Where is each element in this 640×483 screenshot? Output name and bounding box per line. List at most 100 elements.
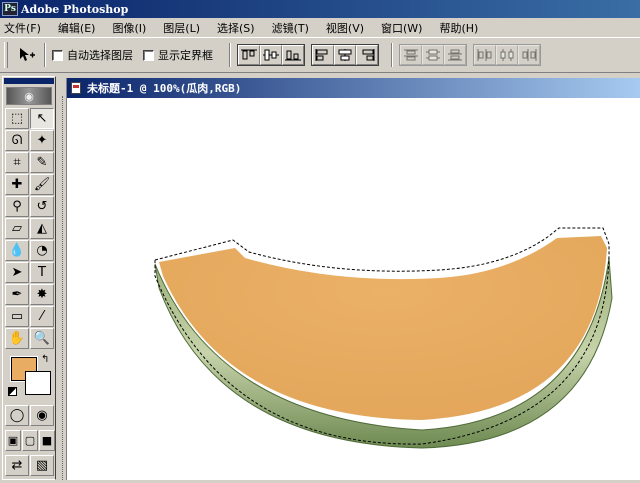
align-horizontal-centers-button[interactable] bbox=[334, 45, 356, 65]
quick-mask-mode-button[interactable]: ◉ bbox=[30, 405, 54, 426]
eraser-tool-icon: ▱ bbox=[12, 221, 22, 236]
history-brush-button[interactable]: ↺ bbox=[30, 196, 54, 217]
menu-image[interactable]: 图像(I) bbox=[112, 20, 146, 36]
eyedropper-tool-button[interactable]: ⁄ bbox=[30, 306, 54, 327]
blur-tool-icon: 💧 bbox=[8, 243, 26, 258]
standard-mode-button[interactable]: ◯ bbox=[5, 405, 29, 426]
show-bounding-box-checkbox[interactable] bbox=[143, 49, 154, 61]
standard-mode-icon: ◯ bbox=[9, 408, 25, 423]
distribute-right-button[interactable] bbox=[518, 45, 540, 65]
show-bounding-box-option[interactable]: 显示定界框 bbox=[143, 47, 213, 63]
document-title: 未标题-1 @ 100%(瓜肉,RGB) bbox=[87, 82, 242, 95]
magic-wand-tool-button[interactable]: ✦ bbox=[30, 130, 54, 151]
jump-to-imageready-button[interactable]: ⇄ bbox=[5, 455, 29, 476]
screen-mode-full-menu-icon: ▢ bbox=[24, 434, 36, 447]
options-bar-grip[interactable] bbox=[4, 42, 8, 68]
clone-stamp-icon: ⚲ bbox=[12, 199, 22, 214]
menu-view[interactable]: 视图(V) bbox=[326, 20, 364, 36]
distribute-horizontal-group bbox=[473, 44, 541, 66]
align-left-edges-button[interactable] bbox=[312, 45, 334, 65]
menu-file[interactable]: 文件(F) bbox=[4, 20, 41, 36]
screen-mode-full-button[interactable]: ■ bbox=[39, 430, 55, 451]
healing-brush-icon: ✚ bbox=[11, 177, 23, 192]
auto-select-layer-option[interactable]: 自动选择图层 bbox=[52, 47, 133, 63]
align-right-edges-button[interactable] bbox=[356, 45, 378, 65]
move-tool-icon: ↖ bbox=[36, 111, 48, 126]
quick-mask-mode-icon: ◉ bbox=[36, 408, 48, 423]
healing-brush-button[interactable]: ✚ bbox=[5, 174, 29, 195]
align-left-icon bbox=[315, 49, 328, 61]
move-tool-icon[interactable] bbox=[16, 44, 38, 66]
menu-select[interactable]: 选择(S) bbox=[217, 20, 255, 36]
document-canvas[interactable] bbox=[67, 98, 640, 480]
crop-tool-icon: ⌗ bbox=[13, 155, 21, 170]
toolbox: ◉ ⬚ ↖ ᘏ ✦ ⌗ ✎ ✚ 🖌 ⚲ ↺ ▱ ◭ 💧 ◔ ➤ T ✒ ✸ ▭ ⁄ ✋ 🔍 ↰ ◯ ◉ ▣ ▢ ■ ⇄ ▧ bbox=[2, 76, 56, 480]
auto-select-layer-checkbox[interactable] bbox=[52, 49, 63, 61]
hand-tool-button[interactable]: ✋ bbox=[5, 328, 29, 349]
brush-tool-button[interactable]: 🖌 bbox=[30, 174, 54, 195]
background-color-swatch[interactable] bbox=[25, 371, 51, 395]
menu-window[interactable]: 窗口(W) bbox=[381, 20, 422, 36]
path-select-button[interactable]: ➤ bbox=[5, 262, 29, 283]
menu-layer[interactable]: 图层(L) bbox=[163, 20, 200, 36]
dodge-tool-icon: ◔ bbox=[36, 243, 48, 258]
distribute-bottom-button[interactable] bbox=[444, 45, 466, 65]
mode-grid: ◯ ◉ bbox=[3, 405, 55, 426]
align-vertical-group bbox=[237, 44, 305, 66]
canvas-edge-marker bbox=[62, 96, 63, 480]
align-vertical-centers-button[interactable] bbox=[260, 45, 282, 65]
type-tool-button[interactable]: T bbox=[30, 262, 54, 283]
align-bottom-edges-button[interactable] bbox=[282, 45, 304, 65]
jump-to-other-button[interactable]: ▧ bbox=[30, 455, 54, 476]
distribute-top-icon bbox=[404, 49, 418, 61]
pen-tool-icon: ✒ bbox=[11, 287, 23, 302]
clone-stamp-button[interactable]: ⚲ bbox=[5, 196, 29, 217]
distribute-left-icon bbox=[477, 49, 492, 61]
path-select-icon: ➤ bbox=[11, 265, 23, 280]
align-top-edges-button[interactable] bbox=[238, 45, 260, 65]
marquee-tool-icon: ⬚ bbox=[10, 111, 24, 126]
menu-edit[interactable]: 编辑(E) bbox=[58, 20, 96, 36]
options-bar: 自动选择图层 显示定界框 bbox=[0, 37, 640, 73]
distribute-top-button[interactable] bbox=[400, 45, 422, 65]
photoshop-icon: Ps bbox=[2, 2, 18, 16]
adobe-online-button[interactable]: ◉ bbox=[6, 87, 52, 105]
marquee-tool-button[interactable]: ⬚ bbox=[5, 108, 29, 129]
screen-mode-full-menu-button[interactable]: ▢ bbox=[22, 430, 38, 451]
eraser-tool-button[interactable]: ▱ bbox=[5, 218, 29, 239]
jump-to-grid: ⇄ ▧ bbox=[3, 455, 55, 476]
show-bounding-box-label: 显示定界框 bbox=[158, 49, 213, 62]
distribute-vertical-group bbox=[399, 44, 467, 66]
move-tool-button[interactable]: ↖ bbox=[30, 108, 54, 129]
menu-bar: 文件(F) 编辑(E) 图像(I) 图层(L) 选择(S) 滤镜(T) 视图(V… bbox=[0, 18, 640, 37]
jump-to-other-icon: ▧ bbox=[35, 458, 49, 473]
slice-tool-button[interactable]: ✎ bbox=[30, 152, 54, 173]
dodge-tool-button[interactable]: ◔ bbox=[30, 240, 54, 261]
jump-to-imageready-icon: ⇄ bbox=[11, 458, 23, 473]
screen-mode-grid: ▣ ▢ ■ bbox=[3, 430, 55, 451]
screen-mode-full-icon: ■ bbox=[41, 434, 53, 447]
toolbox-title-bar[interactable] bbox=[4, 78, 54, 84]
lasso-tool-button[interactable]: ᘏ bbox=[5, 130, 29, 151]
default-colors-icon[interactable] bbox=[8, 387, 17, 396]
distribute-horizontal-centers-button[interactable] bbox=[496, 45, 518, 65]
menu-help[interactable]: 帮助(H) bbox=[439, 20, 478, 36]
align-bottom-icon bbox=[285, 50, 301, 61]
document-title-bar[interactable]: 未标题-1 @ 100%(瓜肉,RGB) bbox=[67, 78, 640, 98]
custom-shape-button[interactable]: ✸ bbox=[30, 284, 54, 305]
crop-tool-button[interactable]: ⌗ bbox=[5, 152, 29, 173]
notes-tool-button[interactable]: ▭ bbox=[5, 306, 29, 327]
eyedropper-tool-icon: ⁄ bbox=[40, 309, 44, 324]
menu-filter[interactable]: 滤镜(T) bbox=[272, 20, 309, 36]
pen-tool-button[interactable]: ✒ bbox=[5, 284, 29, 305]
distribute-center-icon bbox=[500, 49, 514, 61]
zoom-tool-button[interactable]: 🔍 bbox=[30, 328, 54, 349]
paint-bucket-button[interactable]: ◭ bbox=[30, 218, 54, 239]
distribute-vertical-centers-button[interactable] bbox=[422, 45, 444, 65]
screen-mode-standard-button[interactable]: ▣ bbox=[5, 430, 21, 451]
blur-tool-button[interactable]: 💧 bbox=[5, 240, 29, 261]
align-center-icon bbox=[338, 49, 352, 61]
swap-colors-icon[interactable]: ↰ bbox=[41, 354, 49, 365]
distribute-left-button[interactable] bbox=[474, 45, 496, 65]
distribute-middle-icon bbox=[426, 49, 440, 61]
